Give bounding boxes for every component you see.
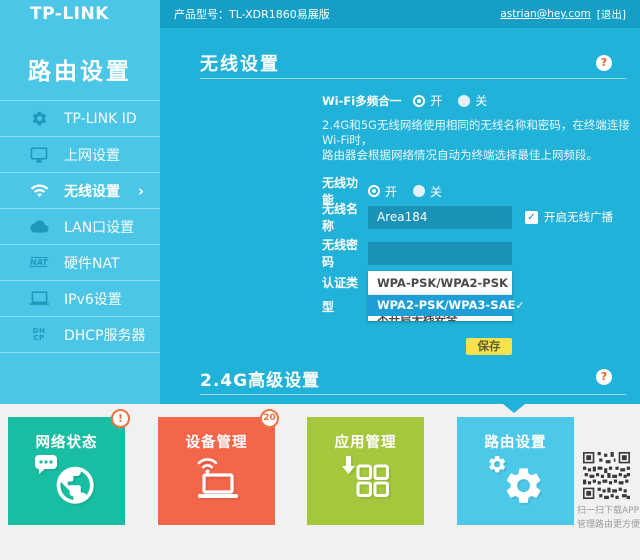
- help-icon[interactable]: ?: [596, 369, 612, 385]
- tile-network-status[interactable]: 网络状态: [8, 417, 125, 525]
- multiband-off-radio[interactable]: 关: [458, 92, 487, 109]
- chevron-right-icon: ›: [137, 181, 144, 200]
- ssid-label: 无线名称: [322, 202, 359, 233]
- multiband-row: Wi-Fi多频合一 开 关: [322, 92, 487, 109]
- page-title: 无线设置: [200, 54, 280, 75]
- sidebar: TP-LINK 路由设置 TP-LINK ID 上网设置 无线设置 › LAN口…: [0, 0, 160, 404]
- wireless-function-radio-group: 开 关: [368, 183, 442, 200]
- active-tab-pointer: [503, 404, 525, 413]
- cloud-icon: [28, 219, 50, 234]
- tile-router-settings[interactable]: 路由设置: [457, 417, 574, 525]
- auth-option-clipped[interactable]: 不开启无线安全: [368, 316, 512, 321]
- dhcp-icon: DH CP: [32, 326, 46, 342]
- sidebar-item-hw-nat[interactable]: NAT 硬件NAT: [0, 244, 160, 280]
- nat-icon: NAT: [29, 258, 49, 267]
- password-input[interactable]: [368, 241, 512, 265]
- advanced-section-title: 2.4G高级设置: [200, 371, 321, 391]
- multiband-on-radio[interactable]: 开: [413, 92, 442, 109]
- radio-unselected-icon: [458, 94, 471, 107]
- checkbox-checked-icon[interactable]: ✓: [525, 210, 538, 224]
- account-link[interactable]: astrian@hey.com: [500, 8, 590, 20]
- broadcast-label: 开启无线广播: [544, 210, 613, 224]
- count-badge: 20: [260, 409, 279, 428]
- router-admin-page: 产品型号：TL-XDR1860易展版 astrian@hey.com [退出] …: [0, 0, 640, 560]
- wireless-settings-panel: 无线设置 ? Wi-Fi多频合一 开 关 2.4G和5G无线网络使用相同的无线名…: [160, 28, 640, 404]
- product-model-label: 产品型号：TL-XDR1860易展版: [174, 8, 330, 21]
- sidebar-item-ipv6[interactable]: IPv6设置: [0, 280, 160, 316]
- radio-unselected-icon: [413, 185, 426, 197]
- qr-code: [583, 452, 630, 499]
- sidebar-item-label: 硬件NAT: [64, 255, 120, 272]
- gear-icon: [28, 110, 50, 127]
- divider: [200, 394, 626, 395]
- auth-option-selected[interactable]: WPA2-PSK/WPA3-SAE ✓: [368, 295, 525, 316]
- sidebar-title: 路由设置: [28, 59, 132, 85]
- logout-link[interactable]: [退出]: [597, 7, 626, 22]
- save-button[interactable]: 保存: [466, 338, 512, 355]
- sidebar-item-label: DHCP服务器: [64, 327, 146, 344]
- gears-icon: [486, 453, 546, 511]
- wireless-on-radio[interactable]: 开: [368, 183, 397, 200]
- alert-badge: !: [111, 409, 130, 428]
- auth-current-option[interactable]: WPA-PSK/WPA2-PSK: [368, 271, 512, 295]
- help-icon[interactable]: ?: [596, 55, 612, 71]
- radio-selected-icon: [368, 185, 380, 197]
- qr-caption-line1: 扫一扫下载APP: [577, 506, 640, 516]
- password-label: 无线密码: [322, 238, 359, 269]
- sidebar-item-label: 上网设置: [64, 147, 120, 164]
- laptop-wifi-icon: [190, 453, 244, 503]
- password-row: 无线密码: [322, 236, 512, 270]
- multiband-label: Wi-Fi多频合一: [322, 93, 402, 108]
- tplink-logo: TP-LINK: [30, 4, 109, 24]
- wifi-icon: [28, 181, 50, 200]
- tile-device-management[interactable]: 设备管理: [158, 417, 275, 525]
- multiband-description: 2.4G和5G无线网络使用相同的无线名称和密码，在终端连接Wi-Fi时， 路由器…: [322, 118, 630, 162]
- check-icon: ✓: [515, 299, 525, 312]
- sidebar-item-label: IPv6设置: [64, 291, 122, 308]
- sidebar-item-tplink-id[interactable]: TP-LINK ID: [0, 100, 160, 136]
- sidebar-item-wireless[interactable]: 无线设置 ›: [0, 172, 160, 208]
- auth-type-row: 认证类型 WPA-PSK/WPA2-PSK WPA2-PSK/WPA3-SAE …: [322, 271, 525, 321]
- laptop-icon: [28, 289, 50, 308]
- ssid-input[interactable]: [368, 205, 512, 229]
- auth-type-label: 认证类型: [322, 276, 359, 314]
- auth-type-dropdown: WPA-PSK/WPA2-PSK WPA2-PSK/WPA3-SAE ✓ 不开启…: [368, 271, 525, 321]
- sidebar-item-wan[interactable]: 上网设置: [0, 136, 160, 172]
- multiband-radio-group: 开 关: [413, 92, 487, 109]
- broadcast-checkbox-row[interactable]: ✓ 开启无线广播: [525, 209, 613, 225]
- sidebar-item-partial[interactable]: [0, 352, 160, 374]
- sidebar-item-label: 无线设置: [64, 183, 120, 200]
- ssid-row: 无线名称 ✓ 开启无线广播: [322, 200, 613, 234]
- divider: [200, 78, 626, 79]
- radio-selected-icon: [413, 94, 426, 107]
- monitor-icon: [28, 146, 50, 164]
- sidebar-item-label: TP-LINK ID: [64, 110, 137, 127]
- sidebar-nav: TP-LINK ID 上网设置 无线设置 › LAN口设置 NAT 硬件NAT …: [0, 100, 160, 374]
- globe-chat-icon: [33, 453, 101, 513]
- sidebar-item-label: LAN口设置: [64, 219, 135, 236]
- sidebar-item-lan[interactable]: LAN口设置: [0, 208, 160, 244]
- wireless-off-radio[interactable]: 关: [413, 183, 442, 200]
- bottom-nav: 网络状态 ! 设备管理 20 应用管理 路由设置 扫一扫下载APP 管理路由更方…: [0, 404, 640, 560]
- tile-app-management[interactable]: 应用管理: [307, 417, 424, 525]
- apps-download-icon: [339, 453, 393, 505]
- topbar: 产品型号：TL-XDR1860易展版 astrian@hey.com [退出]: [160, 0, 640, 28]
- qr-caption-line2: 管理路由更方便: [577, 520, 640, 530]
- sidebar-item-dhcp[interactable]: DH CP DHCP服务器: [0, 316, 160, 352]
